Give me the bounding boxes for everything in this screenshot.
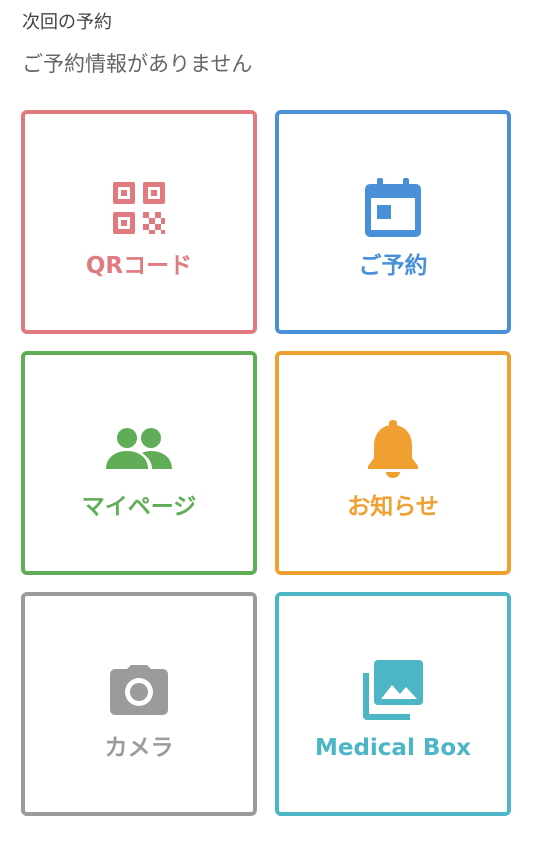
- medical-box-tile[interactable]: Medical Box: [275, 592, 511, 816]
- qr-code-tile[interactable]: QRコード: [21, 110, 257, 334]
- reservation-label: ご予約: [358, 253, 428, 279]
- camera-label: カメラ: [104, 735, 174, 761]
- next-reservation-heading: 次回の予約: [22, 12, 112, 33]
- photo-library-icon: [359, 656, 427, 724]
- qr-code-label: QRコード: [85, 253, 193, 279]
- camera-icon: [105, 656, 173, 724]
- calendar-icon: [359, 174, 427, 242]
- notices-label: お知らせ: [347, 494, 439, 520]
- qr-code-icon: [105, 174, 173, 242]
- medical-box-label: Medical Box: [314, 735, 472, 761]
- reservation-status: ご予約情報がありません: [22, 52, 253, 76]
- bell-icon: [359, 415, 427, 483]
- mypage-label: マイページ: [81, 494, 197, 520]
- camera-tile[interactable]: カメラ: [21, 592, 257, 816]
- notices-tile[interactable]: お知らせ: [275, 351, 511, 575]
- people-icon: [105, 415, 173, 483]
- main-screen: 次回の予約 ご予約情報がありません QRコード ご予約 マイページ お知らせ カ…: [0, 0, 533, 843]
- reservation-tile[interactable]: ご予約: [275, 110, 511, 334]
- mypage-tile[interactable]: マイページ: [21, 351, 257, 575]
